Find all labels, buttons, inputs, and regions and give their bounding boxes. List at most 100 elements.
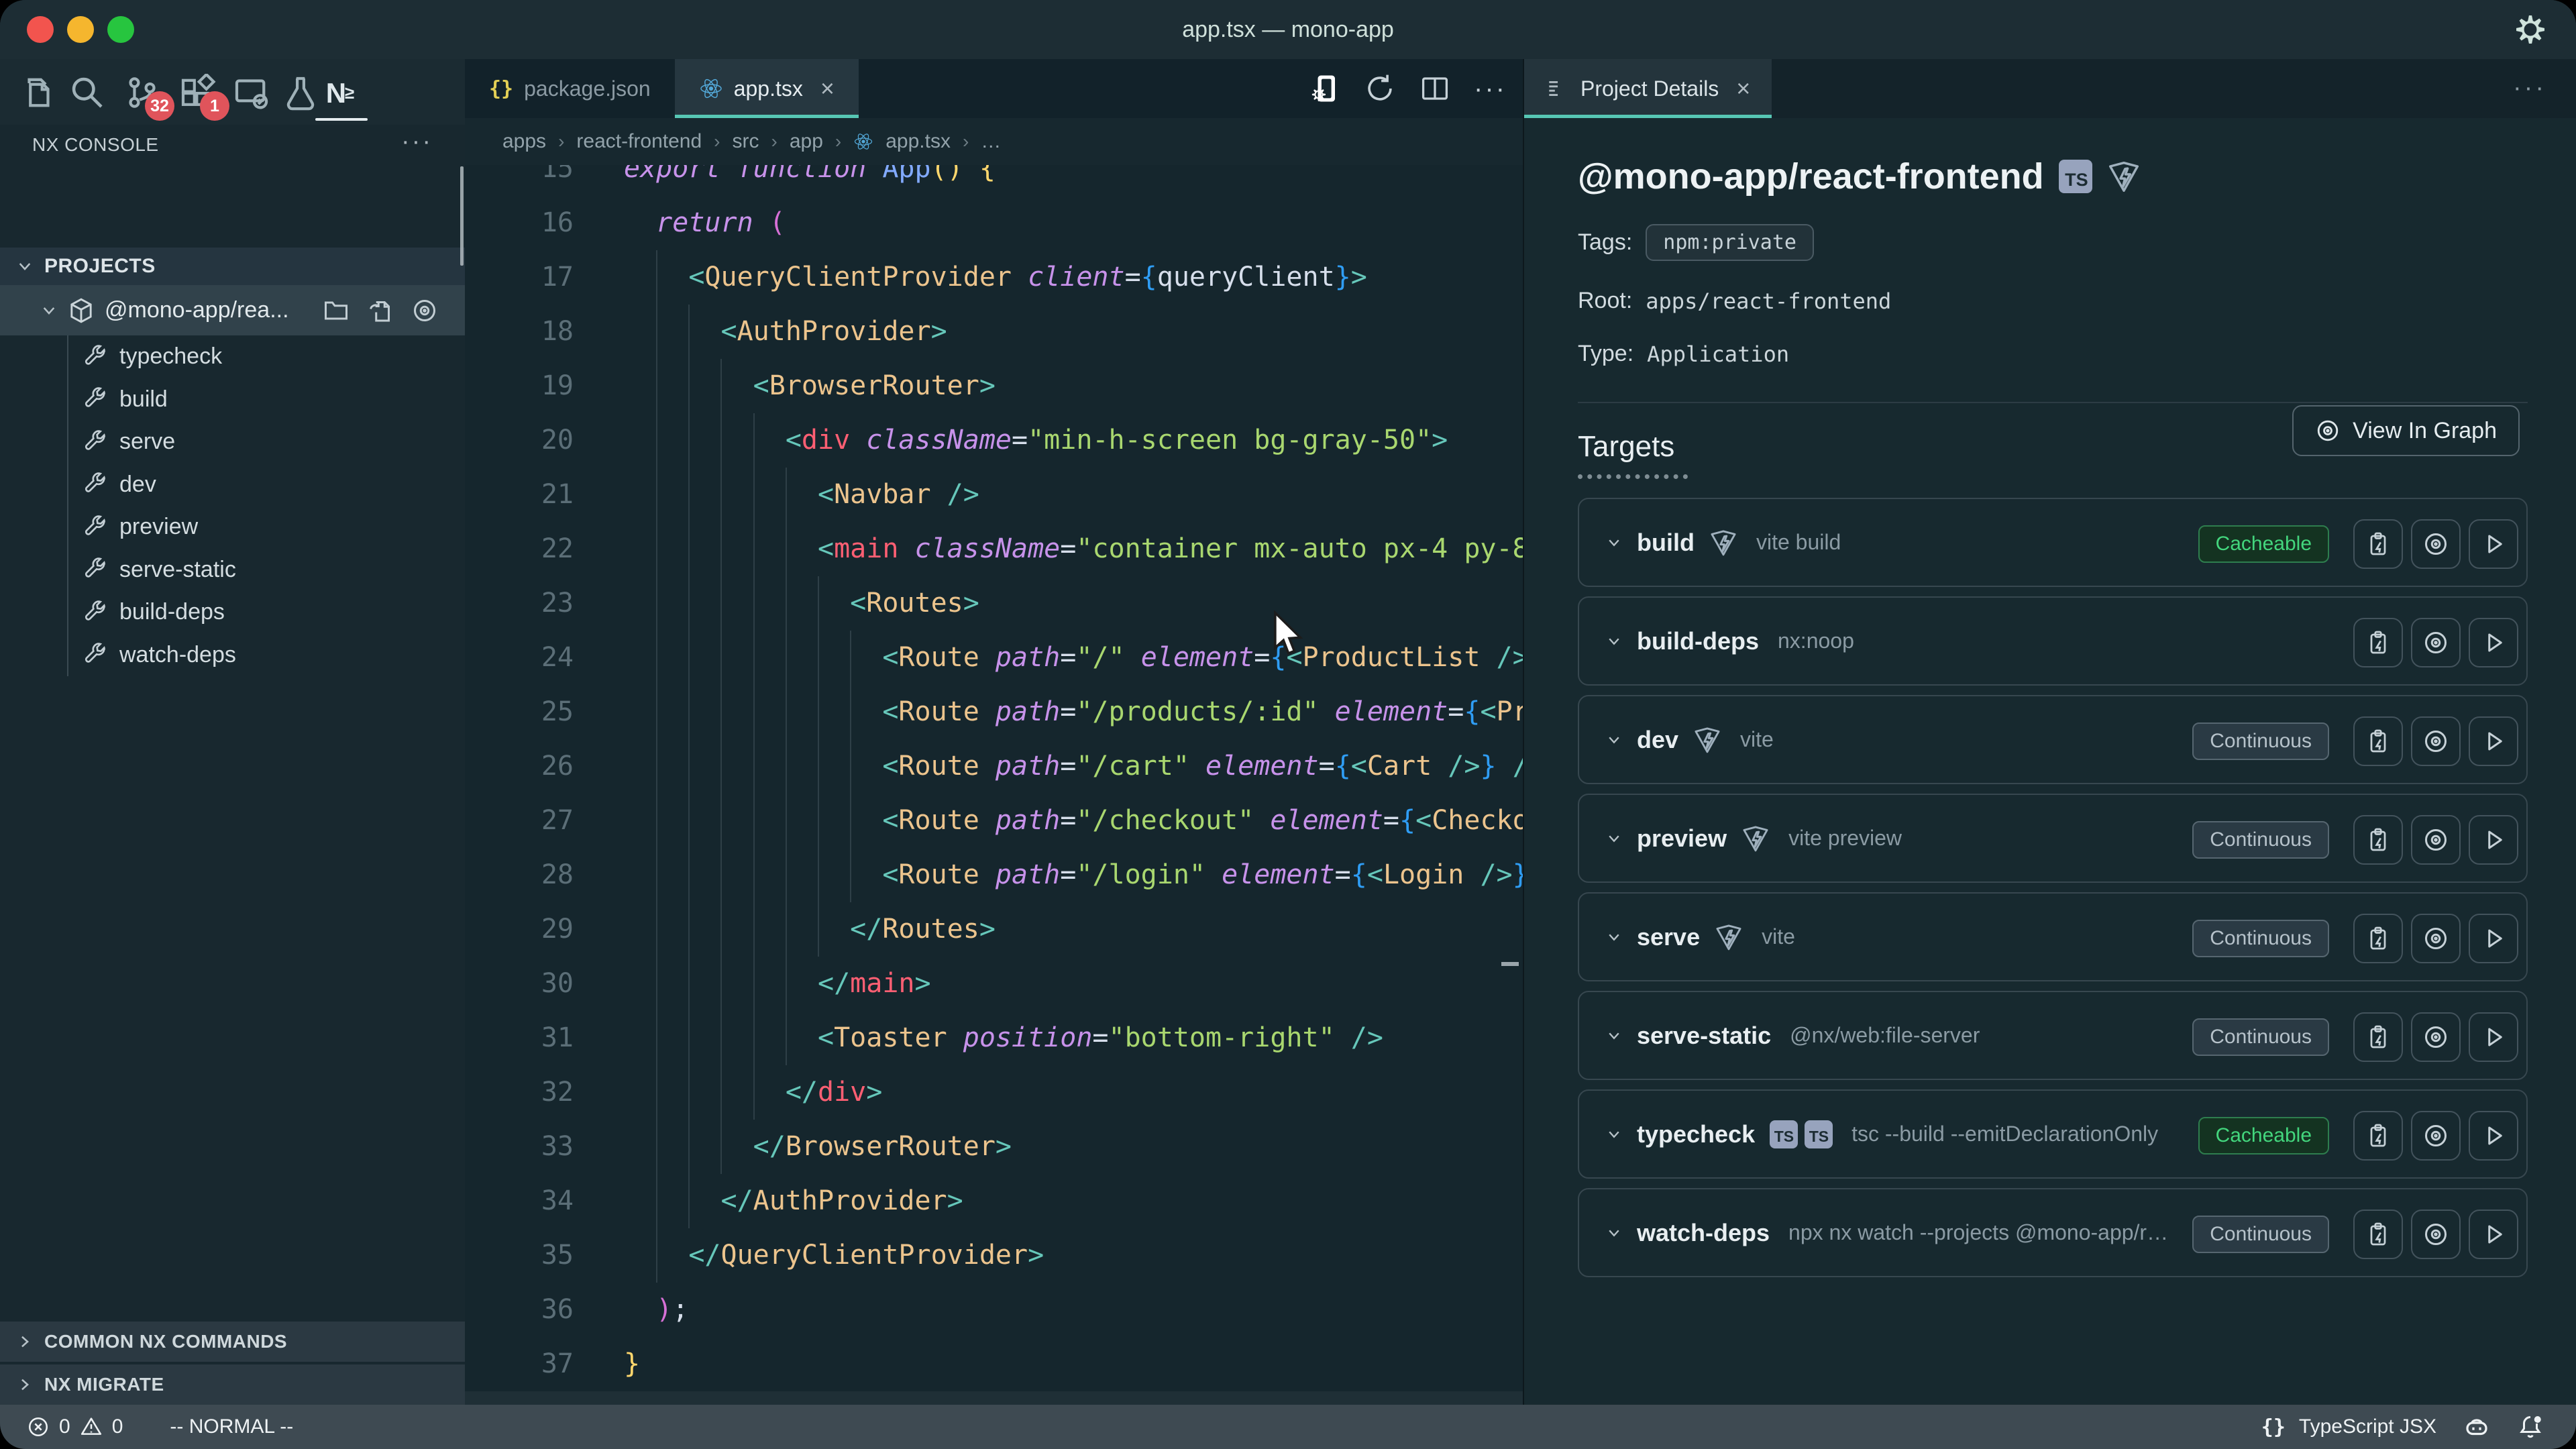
target-tree-item[interactable]: serve-static bbox=[0, 549, 465, 592]
settings-gear-icon[interactable] bbox=[2512, 11, 2549, 48]
copy-button[interactable] bbox=[2353, 618, 2403, 667]
copy-button[interactable] bbox=[2353, 716, 2403, 766]
code-line[interactable]: 36); bbox=[465, 1283, 1523, 1337]
target-card[interactable]: serve vite Continuous bbox=[1578, 892, 2528, 981]
tab-app-tsx[interactable]: app.tsx × bbox=[675, 59, 859, 118]
copilot-icon[interactable] bbox=[2463, 1413, 2490, 1440]
split-editor-icon[interactable] bbox=[1419, 72, 1451, 105]
copy-button[interactable] bbox=[2353, 914, 2403, 963]
run-target-button[interactable] bbox=[2469, 1111, 2518, 1161]
common-nx-commands-section[interactable]: COMMON NX COMMANDS bbox=[0, 1322, 465, 1362]
run-target-button[interactable] bbox=[2469, 716, 2518, 766]
view-in-graph-target-button[interactable] bbox=[2411, 1012, 2461, 1062]
tab-package-json[interactable]: {} package.json bbox=[465, 59, 675, 118]
open-config-icon[interactable] bbox=[367, 297, 394, 324]
copy-button[interactable] bbox=[2353, 1012, 2403, 1062]
code-line[interactable]: 23<Routes> bbox=[465, 576, 1523, 631]
code-line[interactable]: 38 bbox=[465, 1391, 1523, 1405]
project-details-icon[interactable] bbox=[1309, 72, 1341, 105]
remote-explorer-icon[interactable] bbox=[229, 71, 272, 114]
nx-console-icon[interactable]: N≥ bbox=[318, 71, 361, 114]
target-tree-item[interactable]: serve bbox=[0, 421, 465, 464]
code-line[interactable]: 34</AuthProvider> bbox=[465, 1174, 1523, 1228]
chevron-down-icon[interactable] bbox=[1606, 929, 1622, 945]
chevron-down-icon[interactable] bbox=[1606, 1126, 1622, 1142]
target-card[interactable]: build vite build Cacheable bbox=[1578, 498, 2528, 587]
target-card[interactable]: preview vite preview Continuous bbox=[1578, 794, 2528, 883]
panel-more-actions-icon[interactable]: ··· bbox=[2513, 74, 2546, 103]
projects-section-header[interactable]: PROJECTS bbox=[0, 248, 465, 285]
breadcrumb-item[interactable]: app.tsx bbox=[885, 130, 951, 153]
sidebar-scrollbar[interactable] bbox=[460, 166, 464, 266]
chevron-down-icon[interactable] bbox=[1606, 633, 1622, 649]
code-line[interactable]: 15export function App() { bbox=[465, 165, 1523, 196]
code-line[interactable]: 28<Route path="/login" element={<Login /… bbox=[465, 848, 1523, 902]
breadcrumb-item[interactable]: src bbox=[733, 130, 759, 153]
explorer-icon[interactable] bbox=[15, 71, 58, 114]
code-line[interactable]: 31<Toaster position="bottom-right" /> bbox=[465, 1011, 1523, 1065]
run-target-button[interactable] bbox=[2469, 1210, 2518, 1259]
target-card[interactable]: build-deps nx:noop bbox=[1578, 596, 2528, 686]
code-line[interactable]: 37} bbox=[465, 1337, 1523, 1391]
code-line[interactable]: 18<AuthProvider> bbox=[465, 305, 1523, 359]
code-line[interactable]: 32</div> bbox=[465, 1065, 1523, 1120]
testing-icon[interactable] bbox=[279, 71, 322, 114]
view-in-graph-target-button[interactable] bbox=[2411, 1210, 2461, 1259]
copy-button[interactable] bbox=[2353, 519, 2403, 569]
pane-more-actions-icon[interactable]: ··· bbox=[401, 127, 433, 156]
refresh-icon[interactable] bbox=[1364, 72, 1396, 105]
focus-target-icon[interactable] bbox=[411, 297, 438, 324]
target-tree-item[interactable]: build-deps bbox=[0, 591, 465, 634]
code-editor[interactable]: 15export function App() {16return (17<Qu… bbox=[465, 165, 1523, 1405]
chevron-down-icon[interactable] bbox=[1606, 830, 1622, 847]
project-tree-item[interactable]: @mono-app/rea... bbox=[0, 285, 465, 335]
target-tree-item[interactable]: watch-deps bbox=[0, 634, 465, 677]
run-target-button[interactable] bbox=[2469, 618, 2518, 667]
chevron-down-icon[interactable] bbox=[1606, 732, 1622, 748]
target-tree-item[interactable]: build bbox=[0, 378, 465, 421]
view-in-graph-target-button[interactable] bbox=[2411, 519, 2461, 569]
view-in-graph-target-button[interactable] bbox=[2411, 815, 2461, 865]
code-line[interactable]: 19<BrowserRouter> bbox=[465, 359, 1523, 413]
code-line[interactable]: 21<Navbar /> bbox=[465, 468, 1523, 522]
language-mode[interactable]: {} TypeScript JSX bbox=[2261, 1415, 2436, 1439]
target-card[interactable]: serve-static @nx/web:file-server Continu… bbox=[1578, 991, 2528, 1080]
target-tree-item[interactable]: typecheck bbox=[0, 335, 465, 378]
bell-icon[interactable] bbox=[2517, 1413, 2544, 1440]
view-in-graph-target-button[interactable] bbox=[2411, 914, 2461, 963]
nx-migrate-section[interactable]: NX MIGRATE bbox=[0, 1364, 465, 1405]
code-line[interactable]: 29</Routes> bbox=[465, 902, 1523, 957]
more-actions-icon[interactable]: ··· bbox=[1474, 74, 1507, 104]
target-card[interactable]: watch-deps npx nx watch --projects @mono… bbox=[1578, 1188, 2528, 1277]
breadcrumb-item[interactable]: app bbox=[790, 130, 823, 153]
view-in-graph-target-button[interactable] bbox=[2411, 618, 2461, 667]
chevron-down-icon[interactable] bbox=[1606, 1028, 1622, 1044]
code-line[interactable]: 24<Route path="/" element={<ProductList … bbox=[465, 631, 1523, 685]
extensions-icon[interactable]: 1 bbox=[176, 71, 219, 114]
run-target-button[interactable] bbox=[2469, 519, 2518, 569]
run-target-button[interactable] bbox=[2469, 914, 2518, 963]
code-line[interactable]: 30</main> bbox=[465, 957, 1523, 1011]
code-line[interactable]: 33</BrowserRouter> bbox=[465, 1120, 1523, 1174]
code-line[interactable]: 27<Route path="/checkout" element={<Chec… bbox=[465, 794, 1523, 848]
problems-status[interactable]: 0 0 -- NORMAL -- bbox=[27, 1405, 293, 1449]
chevron-down-icon[interactable] bbox=[1606, 535, 1622, 551]
breadcrumb-item[interactable]: apps bbox=[502, 130, 546, 153]
code-line[interactable]: 16return ( bbox=[465, 196, 1523, 250]
run-target-button[interactable] bbox=[2469, 815, 2518, 865]
breadcrumb-item[interactable]: react-frontend bbox=[576, 130, 702, 153]
code-line[interactable]: 17<QueryClientProvider client={queryClie… bbox=[465, 250, 1523, 305]
copy-button[interactable] bbox=[2353, 1210, 2403, 1259]
target-tree-item[interactable]: preview bbox=[0, 506, 465, 549]
view-in-graph-button[interactable]: View In Graph bbox=[2292, 405, 2520, 456]
code-line[interactable]: 25<Route path="/products/:id" element={<… bbox=[465, 685, 1523, 739]
code-line[interactable]: 35</QueryClientProvider> bbox=[465, 1228, 1523, 1283]
target-card[interactable]: dev vite Continuous bbox=[1578, 695, 2528, 784]
breadcrumb-item[interactable]: … bbox=[981, 130, 1001, 153]
source-control-icon[interactable]: 32 bbox=[121, 71, 164, 114]
folder-icon[interactable] bbox=[323, 297, 350, 324]
code-line[interactable]: 22<main className="container mx-auto px-… bbox=[465, 522, 1523, 576]
view-in-graph-target-button[interactable] bbox=[2411, 1111, 2461, 1161]
code-line[interactable]: 20<div className="min-h-screen bg-gray-5… bbox=[465, 413, 1523, 468]
close-tab-icon[interactable]: × bbox=[1736, 74, 1750, 103]
